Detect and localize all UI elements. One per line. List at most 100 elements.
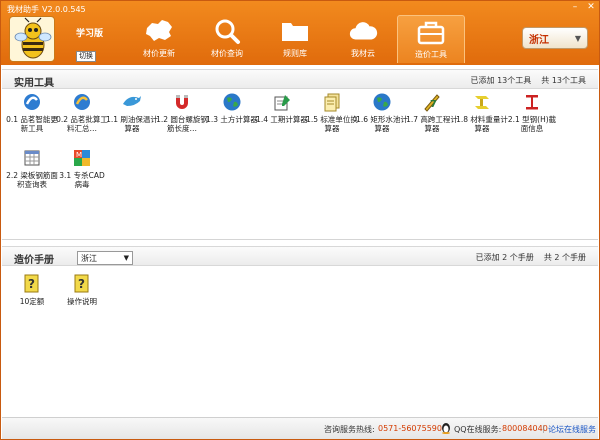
tool-item[interactable]: 2.1 型钢(H)截面信息	[506, 91, 558, 133]
added-label: 已添加	[475, 253, 500, 262]
manual-item[interactable]: ? 操作说明	[56, 273, 108, 306]
qq-number: 800084040	[502, 424, 548, 433]
manual-section-stats: 已添加 2 个手册 共 2 个手册	[476, 252, 586, 263]
manual-section-title: 造价手册	[14, 255, 54, 266]
added-label: 已添加	[470, 76, 495, 85]
tool-item[interactable]: 1.2 圆台螺旋钢筋长度…	[156, 91, 208, 133]
tool-item[interactable]: 1.1 刷油保温计算器	[106, 91, 158, 133]
minimize-icon[interactable]: –	[570, 2, 580, 12]
blue-swirl-icon	[71, 91, 93, 113]
window-controls: – ✕	[570, 2, 596, 12]
nav-label: 材价查询	[211, 49, 243, 58]
added-count: 13个工具	[497, 76, 532, 85]
section-divider	[2, 239, 598, 240]
manual-label: 10定额	[19, 297, 45, 306]
forum-service-link[interactable]: 论坛在线服务	[548, 424, 596, 435]
tool-label: 1.1 刷油保温计算器	[106, 115, 158, 133]
tools-section-header: 实用工具 已添加 13个工具 共 13个工具	[2, 69, 598, 89]
switch-edition-link[interactable]: 切换	[76, 51, 96, 62]
manual-region-value: 浙江	[81, 253, 97, 263]
china-map-icon	[144, 17, 174, 45]
tool-label: 2.2 梁板钢筋面积查询表	[6, 171, 58, 189]
svg-text:7: 7	[430, 99, 437, 110]
tool-label: 0.1 品茗智能更新工具	[6, 115, 58, 133]
bee-logo	[9, 16, 55, 62]
tool-item[interactable]: 0.1 品茗智能更新工具	[6, 91, 58, 133]
svg-text:?: ?	[78, 277, 85, 291]
tool-label: 1.2 圆台螺旋钢筋长度…	[156, 115, 208, 133]
region-value: 浙江	[529, 34, 549, 46]
main-nav: 材价更新 材价查询 规则库 我材云 造价工具	[125, 15, 465, 63]
toolbox-icon	[416, 18, 446, 46]
tool-label: 1.3 土方计算器	[206, 115, 258, 124]
tool-label: 1.4 工期计算器	[256, 115, 308, 124]
tool-label: 1.6 矩形水池计算器	[356, 115, 408, 133]
total-label: 共	[541, 76, 550, 85]
app-version: V2.0.0.545	[42, 5, 86, 14]
chevron-down-icon: ▼	[574, 33, 581, 43]
nav-price-query[interactable]: 材价查询	[193, 15, 261, 63]
tool-label: 0.2 品茗批算工料汇总…	[56, 115, 108, 133]
footer-separator: |	[542, 424, 545, 433]
tool-item[interactable]: 7 1.7 高跨工程计算器	[406, 91, 458, 133]
region-selector[interactable]: 浙江 ▼	[522, 27, 588, 49]
manual-item[interactable]: ? 10定额	[6, 273, 58, 306]
nav-label: 材价更新	[143, 49, 175, 58]
documents-icon	[321, 91, 343, 113]
tool-item[interactable]: 1.4 工期计算器	[256, 91, 308, 124]
tool-item[interactable]: 0.2 品茗批算工料汇总…	[56, 91, 108, 133]
manual-region-select[interactable]: 浙江 ▼	[77, 251, 133, 265]
tool-label: 3.1 专杀CAD病毒	[59, 171, 105, 189]
cad-tools-icon: M	[71, 147, 93, 169]
globe-icon	[371, 91, 393, 113]
tool-item[interactable]: 2.2 梁板钢筋面积查询表	[6, 147, 58, 189]
tool-label: 1.7 高跨工程计算器	[406, 115, 458, 133]
total-count: 2 个手册	[554, 253, 586, 262]
nav-rule-library[interactable]: 规则库	[261, 15, 329, 63]
nav-cost-tools[interactable]: 造价工具	[397, 15, 465, 63]
app-name: 我材助手	[7, 5, 39, 14]
hotline-label: 咨询服务热线:	[324, 425, 375, 434]
nav-price-update[interactable]: 材价更新	[125, 15, 193, 63]
tool-item[interactable]: 1.6 矩形水池计算器	[356, 91, 408, 133]
calendar-pencil-icon	[271, 91, 293, 113]
folder-icon	[280, 17, 310, 45]
ibeam-3d-icon	[471, 91, 493, 113]
hotline-number: 0571-56075590	[378, 424, 442, 433]
qq-penguin-icon	[440, 422, 452, 434]
svg-text:M: M	[76, 151, 82, 159]
ibeam-icon	[521, 91, 543, 113]
globe-icon	[221, 91, 243, 113]
tools-section-title: 实用工具	[14, 78, 54, 89]
tool-label: 2.1 型钢(H)截面信息	[507, 115, 557, 133]
header-bar: 我材助手 V2.0.0.545 – ✕ 学习版 切换 材价更新 材价查询 规则库…	[1, 1, 599, 65]
blue-swirl-icon	[21, 91, 43, 113]
magnet-icon	[171, 91, 193, 113]
help-doc-icon: ?	[71, 273, 93, 295]
chevron-down-icon: ▼	[123, 254, 129, 262]
help-doc-icon: ?	[21, 273, 43, 295]
tool-label: 1.5 标准单位换算器	[306, 115, 358, 133]
tool-item[interactable]: 1.8 材料重量计算器	[456, 91, 508, 133]
added-count: 2 个手册	[502, 253, 534, 262]
nav-label: 我材云	[351, 49, 375, 58]
magnifier-icon	[212, 17, 242, 45]
svg-text:?: ?	[28, 277, 35, 291]
tool-item[interactable]: 1.3 土方计算器	[206, 91, 258, 124]
app-window: 我材助手 V2.0.0.545 – ✕ 学习版 切换 材价更新 材价查询 规则库…	[0, 0, 600, 440]
table-grid-icon	[21, 147, 43, 169]
dolphin-icon	[121, 91, 143, 113]
total-count: 13个工具	[551, 76, 586, 85]
tool-item[interactable]: M 3.1 专杀CAD病毒	[56, 147, 108, 189]
pencil-ruler-icon: 7	[421, 91, 443, 113]
tool-item[interactable]: 1.5 标准单位换算器	[306, 91, 358, 133]
window-title: 我材助手 V2.0.0.545	[7, 4, 86, 15]
close-icon[interactable]: ✕	[586, 2, 596, 12]
tools-section-stats: 已添加 13个工具 共 13个工具	[471, 75, 586, 86]
qq-label: QQ在线服务:	[454, 425, 502, 434]
edition-label: 学习版	[76, 29, 104, 39]
tool-label: 1.8 材料重量计算器	[456, 115, 508, 133]
cloud-icon	[348, 17, 378, 45]
manual-label: 操作说明	[67, 297, 97, 306]
nav-cloud[interactable]: 我材云	[329, 15, 397, 63]
